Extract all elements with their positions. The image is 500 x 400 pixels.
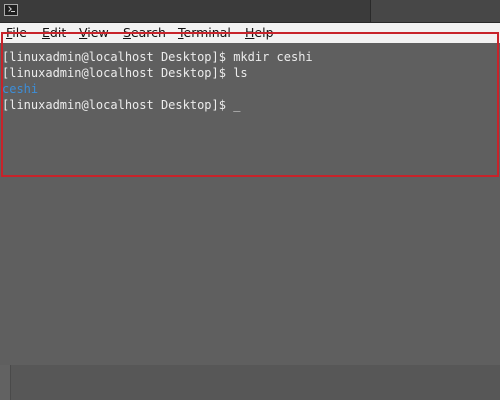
menu-file[interactable]: File xyxy=(6,26,27,40)
menu-terminal[interactable]: Terminal xyxy=(178,26,231,40)
terminal-window: File Edit View Search Terminal Help [lin… xyxy=(0,0,500,400)
text-cursor: _ xyxy=(233,98,241,112)
bottom-panel xyxy=(0,365,500,400)
menu-edit[interactable]: Edit xyxy=(42,26,66,40)
terminal-prompt-line: [linuxadmin@localhost Desktop]$ _ xyxy=(2,97,240,113)
title-bar-segment xyxy=(370,0,500,22)
title-bar[interactable] xyxy=(0,0,500,23)
terminal-prompt: [linuxadmin@localhost Desktop]$ xyxy=(2,98,234,112)
terminal-line: [linuxadmin@localhost Desktop]$ mkdir ce… xyxy=(2,50,313,64)
menu-help[interactable]: Help xyxy=(245,26,274,40)
menu-bar: File Edit View Search Terminal Help xyxy=(0,23,500,43)
terminal-output-area[interactable]: [linuxadmin@localhost Desktop]$ mkdir ce… xyxy=(0,43,500,365)
terminal-icon[interactable] xyxy=(4,4,18,16)
terminal-line: [linuxadmin@localhost Desktop]$ ls xyxy=(2,66,248,80)
bottom-panel-edge xyxy=(0,365,11,400)
menu-view[interactable]: View xyxy=(79,26,109,40)
directory-entry: ceshi xyxy=(2,82,39,96)
menu-search[interactable]: Search xyxy=(123,26,166,40)
